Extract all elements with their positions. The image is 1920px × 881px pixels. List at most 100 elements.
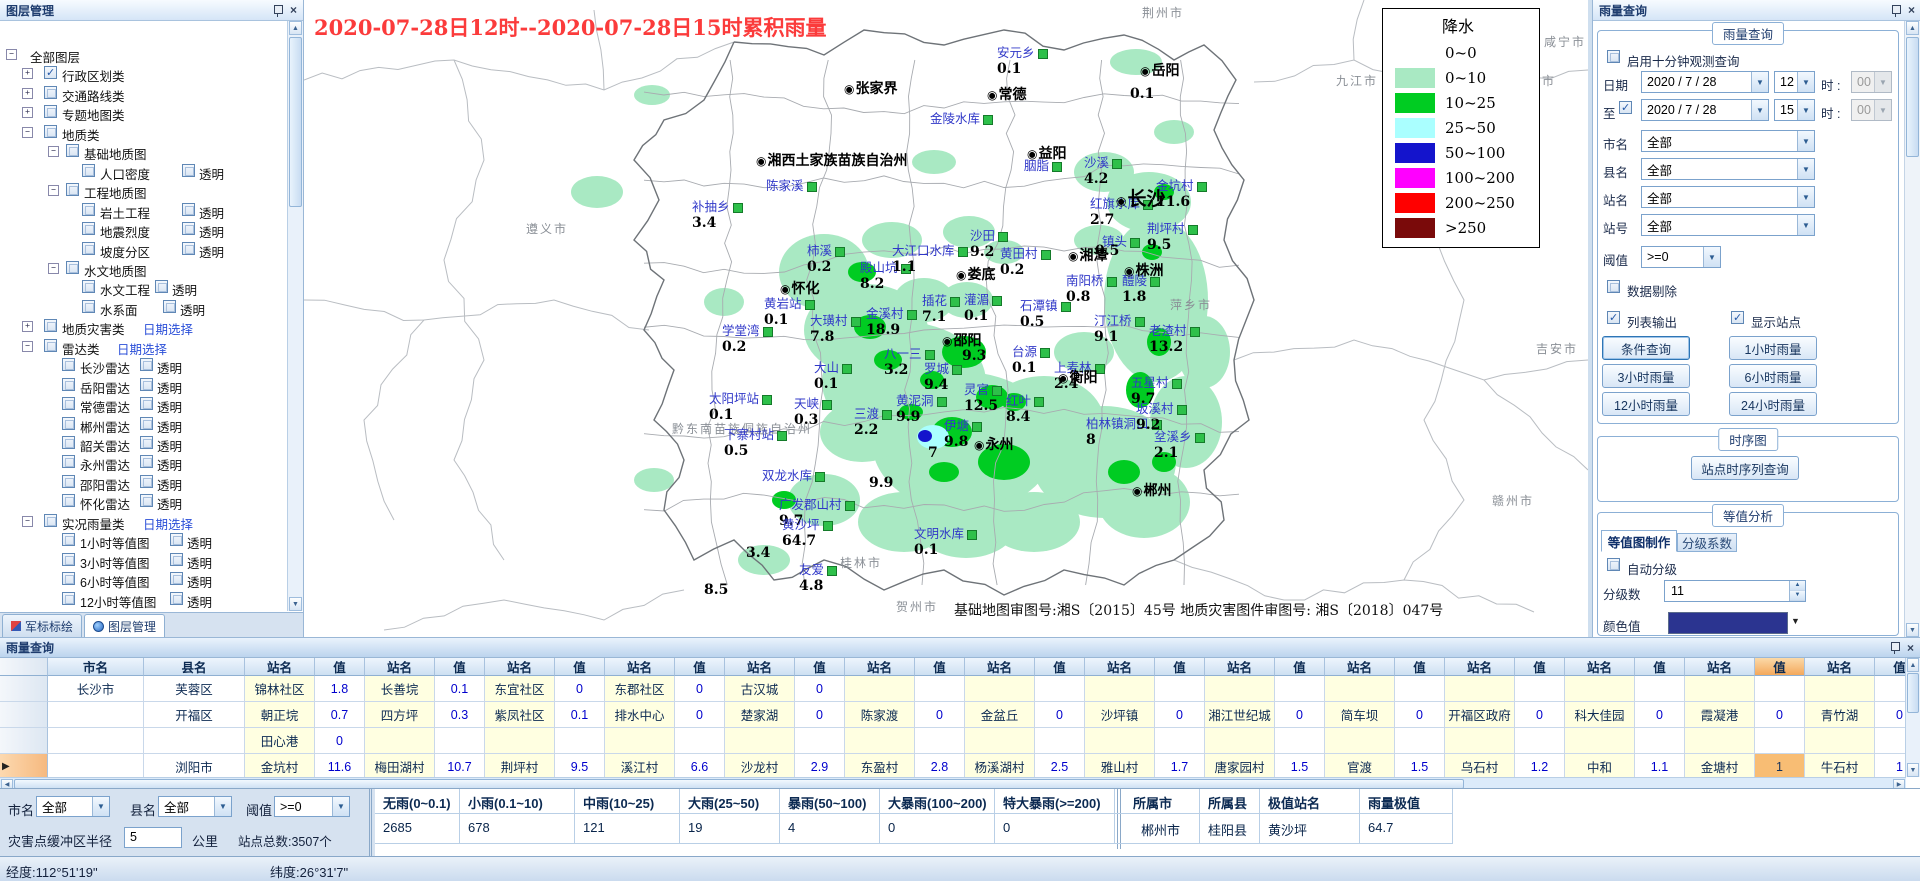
station-cell[interactable] bbox=[1085, 676, 1155, 702]
table-row[interactable]: 长沙市芙蓉区锦林社区1.8长善垸0.1东宜社区0东郡社区0古汉城0 bbox=[0, 676, 1906, 702]
value-cell[interactable]: 0 bbox=[795, 676, 845, 702]
tree-item-0[interactable]: −全部图层 bbox=[0, 45, 288, 64]
tree-checkbox[interactable] bbox=[62, 417, 75, 430]
tree-item-8[interactable]: 岩土工程透明 bbox=[0, 201, 288, 220]
transparent-checkbox[interactable] bbox=[140, 494, 153, 507]
transparent-checkbox[interactable] bbox=[155, 280, 168, 293]
tree-checkbox[interactable] bbox=[44, 514, 57, 527]
chevron-down-icon[interactable]: ▼ bbox=[1791, 616, 1800, 626]
chevron-down-icon[interactable]: ▼ bbox=[1751, 100, 1768, 120]
tree-item-20[interactable]: 韶关雷达透明 bbox=[0, 434, 288, 453]
tree-item-6[interactable]: 人口密度透明 bbox=[0, 162, 288, 181]
tree-item-1[interactable]: +行政区划类 bbox=[0, 64, 288, 83]
station-cell[interactable]: 荆坪村 bbox=[485, 754, 555, 777]
tree-expand-icon[interactable]: − bbox=[22, 127, 33, 138]
minute-from-combo[interactable]: 00▼ bbox=[1851, 71, 1892, 93]
spin-down-icon[interactable]: ▼ bbox=[1790, 591, 1805, 601]
value-cell[interactable]: 0 bbox=[1395, 702, 1445, 728]
tree-expand-icon[interactable]: − bbox=[22, 516, 33, 527]
show-stations-checkbox[interactable] bbox=[1731, 311, 1744, 324]
tree-item-3[interactable]: +专题地图类 bbox=[0, 103, 288, 122]
transparent-checkbox[interactable] bbox=[182, 164, 195, 177]
value-cell[interactable]: 0 bbox=[675, 702, 725, 728]
tree-checkbox[interactable] bbox=[82, 203, 95, 216]
station-timeseries-button[interactable]: 站点时序列查询 bbox=[1691, 456, 1799, 480]
table-header-cell[interactable]: 市名 bbox=[48, 658, 144, 676]
value-cell[interactable]: 0 bbox=[915, 702, 965, 728]
transparent-checkbox[interactable] bbox=[170, 553, 183, 566]
station-id-combo[interactable]: 全部▼ bbox=[1641, 214, 1815, 236]
tree-item-14[interactable]: +地质灾害类日期选择 bbox=[0, 317, 288, 336]
tree-item-28[interactable]: 12小时等值图透明 bbox=[0, 590, 288, 609]
tree-checkbox[interactable] bbox=[62, 592, 75, 605]
county-cell[interactable] bbox=[144, 728, 245, 754]
city-cell[interactable] bbox=[48, 728, 144, 754]
table-header-cell[interactable]: 站名 bbox=[845, 658, 915, 676]
value-cell[interactable]: 9.5 bbox=[555, 754, 605, 777]
station-cell[interactable]: 楚家湖 bbox=[725, 702, 795, 728]
hour-to-combo[interactable]: 15▼ bbox=[1774, 99, 1815, 121]
station-cell[interactable] bbox=[1325, 728, 1395, 754]
station-cell[interactable]: 溪江村 bbox=[605, 754, 675, 777]
value-cell[interactable]: 2.8 bbox=[915, 754, 965, 777]
tree-expand-icon[interactable]: − bbox=[48, 146, 59, 157]
tree-item-21[interactable]: 永州雷达透明 bbox=[0, 453, 288, 472]
tree-checkbox[interactable] bbox=[44, 319, 57, 332]
chevron-down-icon[interactable]: ▼ bbox=[1797, 100, 1814, 120]
table-header-cell[interactable]: 值 bbox=[315, 658, 365, 676]
tree-item-29[interactable]: 24小时等值图透明 bbox=[0, 609, 288, 611]
date-to-combo[interactable]: 2020 / 7 / 28▼ bbox=[1641, 99, 1769, 121]
city-combo[interactable]: 全部▼ bbox=[36, 796, 110, 817]
transparent-checkbox[interactable] bbox=[140, 475, 153, 488]
table-header-cell[interactable]: 站名 bbox=[605, 658, 675, 676]
station-cell[interactable] bbox=[1205, 728, 1275, 754]
value-cell[interactable]: 1.5 bbox=[1395, 754, 1445, 777]
tree-checkbox[interactable] bbox=[62, 397, 75, 410]
pin-icon[interactable] bbox=[1890, 641, 1899, 654]
tree-item-26[interactable]: 3小时等值图透明 bbox=[0, 551, 288, 570]
date-select-link[interactable]: 日期选择 bbox=[117, 339, 167, 358]
station-cell[interactable]: 简车坝 bbox=[1325, 702, 1395, 728]
table-header-cell[interactable]: 站名 bbox=[1085, 658, 1155, 676]
chevron-down-icon[interactable]: ▼ bbox=[1797, 215, 1814, 235]
tree-checkbox[interactable] bbox=[44, 86, 57, 99]
tree-item-17[interactable]: 岳阳雷达透明 bbox=[0, 376, 288, 395]
chevron-down-icon[interactable]: ▼ bbox=[1797, 72, 1814, 92]
scroll-thumb[interactable] bbox=[1907, 673, 1919, 713]
tree-item-11[interactable]: −水文地质图 bbox=[0, 259, 288, 278]
transparent-checkbox[interactable] bbox=[182, 222, 195, 235]
value-cell[interactable] bbox=[555, 728, 605, 754]
table-header-cell[interactable]: 值 bbox=[1035, 658, 1085, 676]
table-header-cell[interactable]: 站名 bbox=[485, 658, 555, 676]
scroll-thumb[interactable] bbox=[289, 37, 302, 207]
station-cell[interactable]: 唐家园村 bbox=[1205, 754, 1275, 777]
value-cell[interactable] bbox=[1395, 728, 1445, 754]
tree-checkbox[interactable] bbox=[62, 455, 75, 468]
tree-item-18[interactable]: 常德雷达透明 bbox=[0, 395, 288, 414]
tree-item-16[interactable]: 长沙雷达透明 bbox=[0, 356, 288, 375]
tree-checkbox[interactable] bbox=[82, 222, 95, 235]
scroll-up-icon[interactable]: ▲ bbox=[1907, 658, 1919, 672]
station-cell[interactable] bbox=[1205, 676, 1275, 702]
query-button-4[interactable]: 12小时雨量 bbox=[1602, 392, 1690, 416]
value-cell[interactable] bbox=[1515, 728, 1565, 754]
transparent-checkbox[interactable] bbox=[170, 592, 183, 605]
scroll-thumb[interactable] bbox=[1906, 37, 1919, 157]
tab-grade-coeff[interactable]: 分级系数 bbox=[1677, 533, 1737, 552]
station-cell[interactable]: 牛石村 bbox=[1805, 754, 1875, 777]
table-header-cell[interactable]: 值 bbox=[1875, 658, 1906, 676]
grade-count-spinner[interactable]: 11 ▲▼ bbox=[1664, 580, 1806, 602]
value-cell[interactable]: 1.7 bbox=[1155, 754, 1205, 777]
value-cell[interactable]: 1.5 bbox=[1275, 754, 1325, 777]
value-cell[interactable]: 0 bbox=[1515, 702, 1565, 728]
value-cell[interactable]: 0.1 bbox=[435, 676, 485, 702]
map-canvas[interactable]: 2020-07-28日12时--2020-07-28日15时累积雨量 荆州市咸宁… bbox=[304, 0, 1588, 637]
hour-from-combo[interactable]: 12▼ bbox=[1774, 71, 1815, 93]
station-cell[interactable]: 四方坪 bbox=[365, 702, 435, 728]
transparent-checkbox[interactable] bbox=[140, 455, 153, 468]
tree-item-24[interactable]: −实况雨量类日期选择 bbox=[0, 512, 288, 531]
tree-checkbox[interactable] bbox=[44, 339, 57, 352]
chevron-down-icon[interactable]: ▼ bbox=[92, 797, 109, 816]
auto-grade-checkbox[interactable] bbox=[1607, 558, 1620, 571]
station-cell[interactable] bbox=[725, 728, 795, 754]
